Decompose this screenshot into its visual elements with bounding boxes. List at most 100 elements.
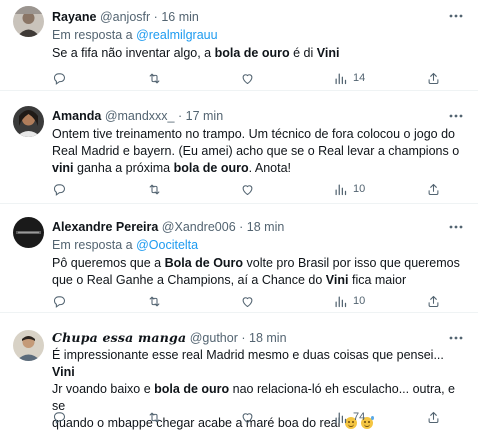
more-icon[interactable] — [448, 219, 464, 235]
retweet-icon — [149, 412, 160, 422]
reply-context: Em resposta a @realmilgrauu — [52, 27, 218, 43]
reply-icon — [53, 183, 66, 196]
text-span-bold: bola de ouro — [173, 161, 249, 175]
text-span: Real Madrid e bayern. (Eu amei) acho que… — [52, 144, 460, 158]
reply-to-link[interactable]: @Oocitelta — [136, 238, 198, 252]
text-span-bold: vini — [52, 161, 74, 175]
share-button[interactable] — [426, 180, 441, 198]
text-span: Se a fifa não inventar algo, a — [52, 46, 215, 60]
more-icon[interactable] — [448, 108, 464, 124]
views-count: 74 — [353, 411, 366, 423]
author-name[interactable]: Rayane — [52, 10, 96, 24]
like-button[interactable] — [240, 292, 255, 310]
share-button[interactable] — [426, 69, 441, 87]
views-button[interactable]: 74 — [333, 408, 365, 426]
views-button[interactable]: 10 — [333, 180, 365, 198]
text-span-bold: Bola de Ouro — [164, 256, 244, 270]
author-handle[interactable]: @anjosfr — [100, 10, 150, 24]
reply-to-link[interactable]: @realmilgrauu — [136, 28, 217, 42]
more-icon[interactable] — [448, 330, 464, 346]
tweet[interactable]: Amanda @mandxxx_ · 17 min Ontem tive tre… — [0, 96, 478, 204]
tweet-text: Se a fifa não inventar algo, a bola de o… — [52, 45, 468, 62]
separator-dot: · — [153, 10, 158, 24]
text-span-bold: Vini — [325, 273, 349, 287]
text-span: ganha a próxima — [73, 161, 174, 175]
views-button[interactable]: 10 — [333, 292, 365, 310]
timestamp[interactable]: 18 min — [247, 220, 285, 234]
reply-button[interactable] — [52, 292, 67, 310]
timestamp[interactable]: 16 min — [161, 10, 199, 24]
author-name[interactable]: Alexandre Pereira — [52, 220, 158, 234]
avatar[interactable] — [13, 6, 44, 37]
text-span-bold: Vini — [316, 46, 340, 60]
retweet-icon — [149, 184, 160, 194]
views-icon — [335, 73, 347, 84]
avatar[interactable] — [13, 106, 44, 137]
reply-context: Em resposta a @Oocitelta — [52, 237, 198, 253]
text-span: É impressionante esse real Madrid mesmo … — [52, 348, 444, 362]
text-span: volte pro Brasil por isso que queremos — [243, 256, 460, 270]
retweet-icon — [149, 73, 160, 83]
text-span: fica maior — [348, 273, 407, 287]
views-icon — [335, 296, 347, 307]
more-icon[interactable] — [448, 8, 464, 24]
tweet[interactable]: Rayane @anjosfr · 16 min Em resposta a @… — [0, 0, 478, 91]
views-count: 10 — [353, 183, 366, 195]
text-span-bold: bola de ouro — [214, 46, 290, 60]
reply-button[interactable] — [52, 69, 67, 87]
action-bar: 10 — [52, 180, 468, 198]
reply-icon — [53, 72, 66, 85]
text-span-bold: bola de ouro — [154, 382, 230, 396]
author-handle[interactable]: @guthor — [190, 331, 238, 345]
text-span: que o Real Ganhe a Champions, aí a Chanc… — [52, 273, 326, 287]
text-span: . Anota! — [248, 161, 292, 175]
share-button[interactable] — [426, 292, 441, 310]
like-icon — [242, 296, 253, 307]
avatar[interactable] — [13, 217, 44, 248]
text-line: vini ganha a próxima bola de ouro. Anota… — [52, 160, 468, 177]
tweet[interactable]: Chupa essa manga @guthor · 18 min É impr… — [0, 318, 478, 436]
text-line: Real Madrid e bayern. (Eu amei) acho que… — [52, 143, 468, 160]
tweet-text: Ontem tive treinamento no trampo. Um téc… — [52, 126, 468, 177]
reply-icon — [53, 411, 66, 424]
separator-dot: · — [239, 220, 244, 234]
timestamp[interactable]: 17 min — [186, 109, 224, 123]
action-bar: 14 — [52, 69, 468, 87]
avatar[interactable] — [13, 330, 44, 361]
author-name[interactable]: Chupa essa manga — [52, 330, 186, 345]
text-line: É impressionante esse real Madrid mesmo … — [52, 347, 468, 381]
views-icon — [335, 184, 347, 195]
separator-dot: · — [241, 331, 246, 345]
text-line: Pô queremos que a Bola de Ouro volte pro… — [52, 255, 468, 272]
views-count: 10 — [353, 295, 366, 307]
reply-feed: Rayane @anjosfr · 16 min Em resposta a @… — [0, 0, 478, 436]
views-button[interactable]: 14 — [333, 69, 365, 87]
retweet-button[interactable] — [147, 292, 162, 310]
retweet-button[interactable] — [147, 180, 162, 198]
like-icon — [242, 184, 253, 195]
reply-icon — [53, 295, 66, 308]
author-name[interactable]: Amanda — [52, 109, 101, 123]
tweet[interactable]: Alexandre Pereira @Xandre006 · 18 min Em… — [0, 209, 478, 313]
author-handle[interactable]: @mandxxx_ — [105, 109, 175, 123]
retweet-icon — [149, 296, 160, 306]
reply-prefix: Em resposta a — [52, 238, 133, 252]
retweet-button[interactable] — [147, 69, 162, 87]
action-bar: 74 — [52, 408, 468, 426]
text-span-bold: Vini — [52, 365, 75, 379]
like-button[interactable] — [240, 69, 255, 87]
share-icon — [428, 295, 439, 307]
views-icon — [335, 412, 347, 423]
text-span: Pô queremos que a — [52, 256, 165, 270]
reply-button[interactable] — [52, 408, 67, 426]
share-button[interactable] — [426, 408, 441, 426]
timestamp[interactable]: 18 min — [249, 331, 287, 345]
author-handle[interactable]: @Xandre006 — [162, 220, 236, 234]
reply-button[interactable] — [52, 180, 67, 198]
retweet-button[interactable] — [147, 408, 162, 426]
like-button[interactable] — [240, 180, 255, 198]
tweet-text: Pô queremos que a Bola de Ouro volte pro… — [52, 255, 468, 289]
text-span: é di — [289, 46, 317, 60]
like-button[interactable] — [240, 408, 255, 426]
separator-dot: · — [177, 109, 183, 123]
